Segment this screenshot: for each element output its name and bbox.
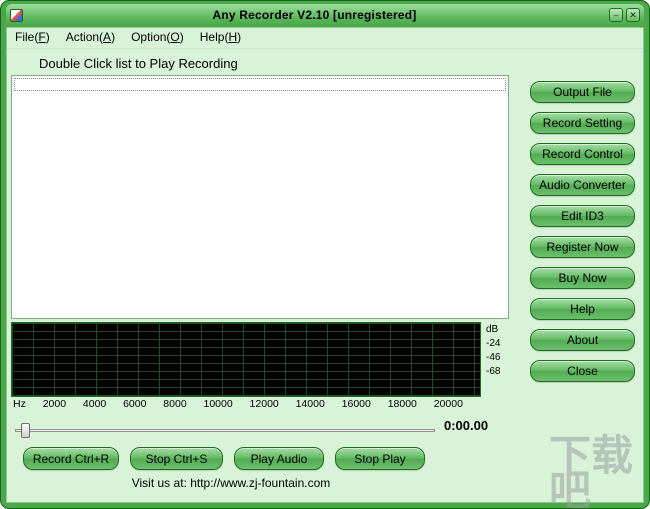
window-title: Any Recorder V2.10 [unregistered] — [212, 8, 417, 22]
freq-tick-label: 10000 — [203, 398, 233, 410]
seek-slider-track[interactable] — [15, 429, 435, 432]
transport-controls: Record Ctrl+R Stop Ctrl+S Play Audio Sto… — [23, 447, 425, 470]
freq-tick-label: 16000 — [341, 398, 371, 410]
record-setting-button[interactable]: Record Setting — [530, 112, 635, 134]
recording-list-label: Double Click list to Play Recording — [39, 56, 238, 71]
menu-help-suffix: ) — [237, 30, 242, 44]
freq-tick-label: 8000 — [163, 398, 187, 410]
freq-unit-label: Hz — [13, 398, 26, 410]
freq-tick-label: 6000 — [123, 398, 147, 410]
list-focus-rect — [14, 78, 506, 91]
db-label: dB — [486, 324, 499, 335]
website-link[interactable]: http://www.zj-fountain.com — [190, 476, 330, 490]
seek-slider[interactable] — [15, 421, 435, 439]
menu-file[interactable]: File(F) — [9, 29, 58, 47]
buy-now-button[interactable]: Buy Now — [530, 267, 635, 289]
app-window: Any Recorder V2.10 [unregistered] – ✕ Fi… — [0, 0, 650, 509]
menu-file-mnemonic: F — [38, 30, 46, 44]
seek-slider-thumb[interactable] — [21, 423, 30, 438]
menu-action-suffix: ) — [111, 30, 116, 44]
db-label: -24 — [486, 338, 501, 349]
spectrum-display — [11, 322, 481, 397]
audio-converter-button[interactable]: Audio Converter — [530, 174, 635, 196]
frequency-scale: Hz 2000 4000 6000 8000 10000 12000 14000… — [13, 398, 463, 410]
menu-bar: File(F) Action(A) Option(O) Help(H) — [9, 29, 249, 47]
about-button[interactable]: About — [530, 329, 635, 351]
freq-tick-label: 12000 — [249, 398, 279, 410]
menu-action-text: Action( — [65, 30, 104, 44]
freq-tick-label: 2000 — [42, 398, 67, 410]
title-bar-controls: – ✕ — [606, 8, 640, 22]
app-icon — [10, 8, 23, 22]
menu-help[interactable]: Help(H) — [194, 29, 249, 47]
record-button[interactable]: Record Ctrl+R — [23, 447, 119, 470]
db-scale: dB -24 -46 -68 — [486, 323, 512, 379]
menu-option-mnemonic: O — [170, 30, 180, 44]
db-label: -46 — [486, 352, 501, 363]
stop-play-button[interactable]: Stop Play — [335, 447, 425, 470]
visit-line: Visit us at: http://www.zj-fountain.com — [1, 476, 461, 490]
menu-file-suffix: ) — [45, 30, 50, 44]
play-audio-button[interactable]: Play Audio — [234, 447, 324, 470]
sidebar-buttons: Output File Record Setting Record Contro… — [530, 81, 635, 382]
title-bar: Any Recorder V2.10 [unregistered] – ✕ — [6, 4, 644, 26]
menu-option[interactable]: Option(O) — [125, 29, 192, 47]
record-control-button[interactable]: Record Control — [530, 143, 635, 165]
db-label: -68 — [486, 366, 501, 377]
freq-tick-label: 20000 — [433, 398, 463, 410]
stop-button[interactable]: Stop Ctrl+S — [130, 447, 223, 470]
menu-help-text: Help( — [199, 30, 229, 44]
minimize-icon[interactable]: – — [609, 8, 623, 22]
menu-option-text: Option( — [131, 30, 171, 44]
menu-file-text: File( — [15, 30, 39, 44]
menu-option-suffix: ) — [179, 30, 184, 44]
time-display: 0:00.00 — [444, 418, 489, 433]
close-button[interactable]: Close — [530, 360, 635, 382]
menu-help-mnemonic: H — [228, 30, 238, 44]
visit-text: Visit us at: — [131, 476, 191, 490]
close-icon[interactable]: ✕ — [626, 8, 640, 22]
output-file-button[interactable]: Output File — [530, 81, 635, 103]
menu-action-mnemonic: A — [103, 30, 112, 44]
recording-list[interactable] — [11, 75, 509, 319]
freq-tick-label: 14000 — [295, 398, 325, 410]
register-now-button[interactable]: Register Now — [530, 236, 635, 258]
menu-action[interactable]: Action(A) — [60, 29, 123, 47]
edit-id3-button[interactable]: Edit ID3 — [530, 205, 635, 227]
freq-tick-label: 4000 — [82, 398, 107, 410]
freq-tick-label: 18000 — [387, 398, 417, 410]
help-button[interactable]: Help — [530, 298, 635, 320]
menu-separator — [7, 48, 643, 49]
